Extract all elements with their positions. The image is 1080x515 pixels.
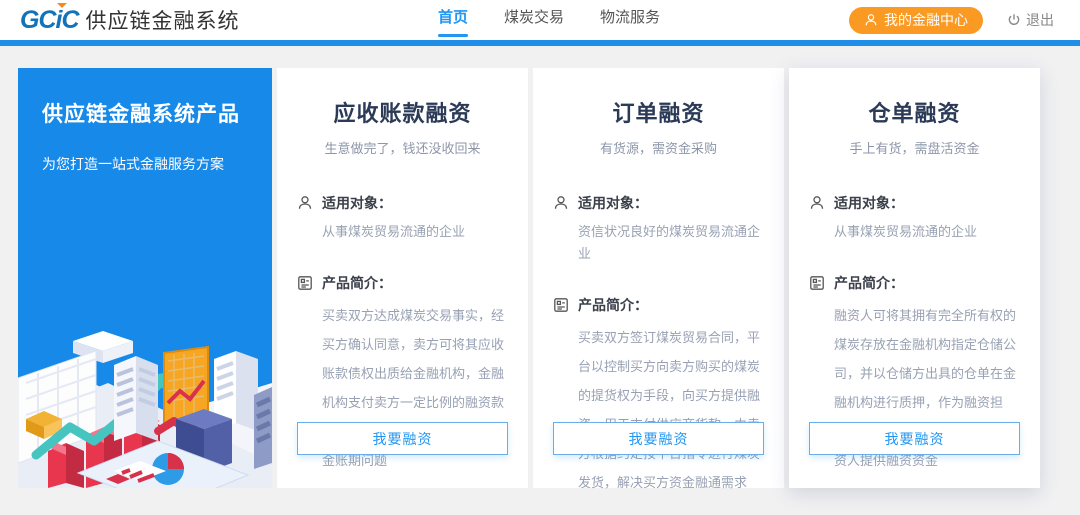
person-icon bbox=[809, 195, 825, 211]
main-content: 供应链金融系统产品 为您打造一站式金融服务方案 bbox=[0, 46, 1080, 488]
target-label: 适用对象： bbox=[834, 193, 904, 213]
target-label: 适用对象： bbox=[322, 193, 392, 213]
promo-card: 供应链金融系统产品 为您打造一站式金融服务方案 bbox=[18, 68, 272, 488]
product-subtitle: 有货源，需资金采购 bbox=[533, 138, 784, 157]
target-label: 适用对象： bbox=[578, 193, 648, 213]
document-icon bbox=[809, 275, 825, 291]
power-icon bbox=[1007, 13, 1021, 27]
intro-label: 产品简介： bbox=[322, 273, 392, 293]
app-title: 供应链金融系统 bbox=[86, 5, 240, 35]
document-icon bbox=[553, 297, 569, 313]
my-finance-center-button[interactable]: 我的金融中心 bbox=[849, 7, 983, 34]
product-title: 订单融资 bbox=[533, 68, 784, 128]
product-title: 应收账款融资 bbox=[277, 68, 528, 128]
user-icon bbox=[864, 13, 878, 27]
target-value: 资信状况良好的煤炭贸易流通企业 bbox=[578, 221, 764, 265]
main-nav: 首页 煤炭交易 物流服务 bbox=[438, 0, 660, 40]
nav-item-home[interactable]: 首页 bbox=[438, 0, 468, 40]
promo-subtitle: 为您打造一站式金融服务方案 bbox=[42, 154, 248, 174]
intro-label: 产品简介： bbox=[834, 273, 904, 293]
apply-financing-button[interactable]: 我要融资 bbox=[297, 422, 508, 455]
document-icon bbox=[297, 275, 313, 291]
product-subtitle: 生意做完了，钱还没收回来 bbox=[277, 138, 528, 157]
target-value: 从事煤炭贸易流通的企业 bbox=[322, 221, 508, 243]
product-card-receivables: 应收账款融资 生意做完了，钱还没收回来 适用对象： 从事煤炭贸易流通的企业 产品… bbox=[277, 68, 528, 488]
promo-title: 供应链金融系统产品 bbox=[42, 98, 248, 128]
nav-item-logistics[interactable]: 物流服务 bbox=[600, 0, 660, 40]
finance-city-illustration bbox=[18, 323, 272, 488]
product-card-warehouse: 仓单融资 手上有货，需盘活资金 适用对象： 从事煤炭贸易流通的企业 产品简介： bbox=[789, 68, 1040, 488]
apply-financing-button[interactable]: 我要融资 bbox=[553, 422, 764, 455]
person-icon bbox=[297, 195, 313, 211]
intro-text: 买卖双方签订煤炭贸易合同，平台以控制买方向卖方购买的煤炭的提货权为手段，向买方提… bbox=[578, 323, 764, 497]
target-value: 从事煤炭贸易流通的企业 bbox=[834, 221, 1020, 243]
nav-item-coal-trade[interactable]: 煤炭交易 bbox=[504, 0, 564, 40]
apply-financing-button[interactable]: 我要融资 bbox=[809, 422, 1020, 455]
logo-accent-icon bbox=[57, 3, 67, 8]
header-actions: 我的金融中心 退出 bbox=[849, 0, 1054, 40]
person-icon bbox=[553, 195, 569, 211]
top-header: GCiC 供应链金融系统 首页 煤炭交易 物流服务 我的金融中心 退出 bbox=[0, 0, 1080, 40]
logout-button[interactable]: 退出 bbox=[1007, 10, 1054, 30]
logo-wordmark: GCiC bbox=[20, 6, 79, 34]
product-card-order: 订单融资 有货源，需资金采购 适用对象： 资信状况良好的煤炭贸易流通企业 产品简… bbox=[533, 68, 784, 488]
app-logo[interactable]: GCiC 供应链金融系统 bbox=[20, 5, 240, 35]
product-subtitle: 手上有货，需盘活资金 bbox=[789, 138, 1040, 157]
intro-label: 产品简介： bbox=[578, 295, 648, 315]
product-title: 仓单融资 bbox=[789, 68, 1040, 128]
